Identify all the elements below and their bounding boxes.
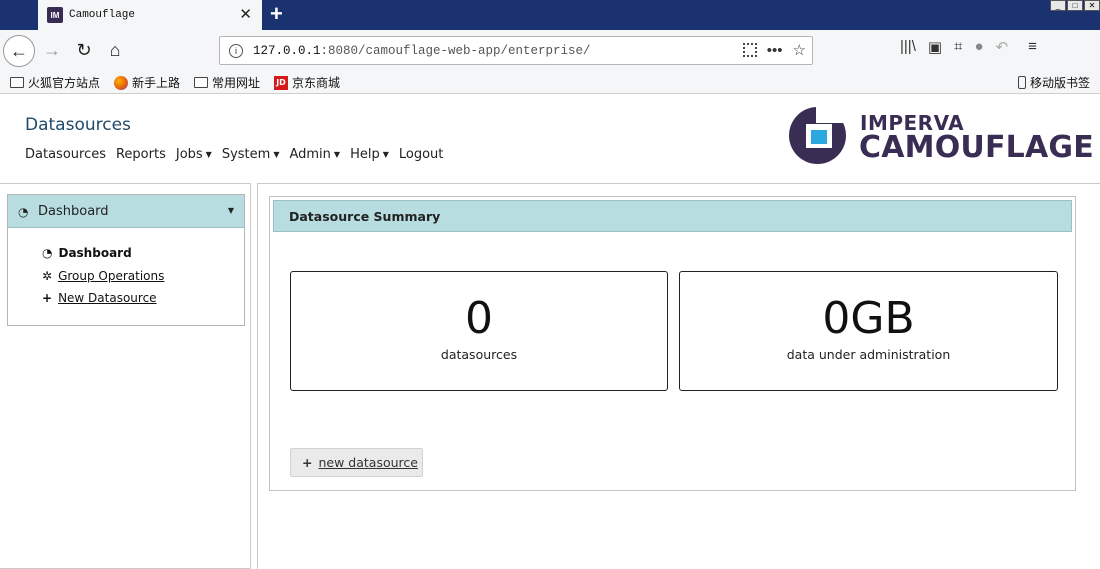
- library-icon[interactable]: |||\: [900, 38, 916, 56]
- menu-item-system[interactable]: System ▼: [222, 147, 280, 162]
- maximize-icon[interactable]: □: [1067, 0, 1083, 11]
- chat-icon[interactable]: ●: [975, 38, 984, 56]
- data-size-card: 0GB data under administration: [679, 271, 1058, 391]
- menu-item-logout[interactable]: Logout: [399, 147, 444, 162]
- home-icon[interactable]: ⌂: [101, 36, 129, 64]
- logo-mark-icon: [789, 105, 848, 164]
- browser-titlebar: IM Camouflage ✕ + _ □ ✕: [0, 0, 1100, 30]
- page-title: Datasources: [25, 115, 131, 135]
- bookmark-item[interactable]: JD 京东商城: [274, 74, 340, 91]
- logo-product: CAMOUFLAGE: [859, 130, 1094, 165]
- mobile-bookmarks[interactable]: 移动版书签: [1018, 74, 1090, 91]
- jd-icon: JD: [274, 75, 288, 90]
- bookmarks-bar: 火狐官方站点 新手上路 常用网址 JD 京东商城 移动版书签: [0, 70, 1100, 94]
- back-arrow-icon[interactable]: ←: [3, 35, 35, 67]
- bookmark-item[interactable]: 火狐官方站点: [10, 74, 100, 91]
- menu-item-reports[interactable]: Reports: [116, 147, 166, 162]
- mobile-icon: [1018, 76, 1026, 89]
- datasources-count-card: 0 datasources: [290, 271, 668, 391]
- firefox-icon: [114, 75, 128, 90]
- window-close-icon[interactable]: ✕: [1084, 0, 1100, 11]
- tab-favicon: IM: [47, 7, 63, 23]
- caret-down-icon[interactable]: ▼: [228, 206, 234, 215]
- datasource-summary-panel: Datasource Summary 0 datasources 0GB dat…: [269, 196, 1076, 491]
- sidebar-item-dashboard[interactable]: ◔ Dashboard: [42, 246, 132, 260]
- new-tab-icon[interactable]: +: [270, 2, 283, 26]
- sidebar-icon[interactable]: ▣: [928, 38, 942, 56]
- menu-item-help[interactable]: Help ▼: [350, 147, 389, 162]
- stat-label: datasources: [440, 347, 518, 362]
- undo-icon[interactable]: ↶: [996, 38, 1009, 56]
- menu-item-jobs[interactable]: Jobs ▼: [176, 147, 212, 162]
- browser-tab[interactable]: IM Camouflage ✕: [38, 0, 262, 30]
- caret-down-icon: ▼: [333, 150, 341, 159]
- caret-down-icon: ▼: [205, 150, 212, 159]
- stat-value: 0GB: [822, 293, 915, 344]
- caret-down-icon: ▼: [273, 150, 280, 159]
- folder-icon: [194, 77, 208, 88]
- folder-icon: [10, 77, 24, 88]
- plus-icon: +: [302, 455, 313, 470]
- reload-icon[interactable]: ↻: [70, 36, 98, 64]
- url-bar[interactable]: i 127.0.0.1:8080/camouflage-web-app/ente…: [219, 36, 813, 65]
- more-icon[interactable]: •••: [767, 42, 783, 59]
- screenshot-icon[interactable]: ⌗: [954, 38, 962, 56]
- url-text[interactable]: 127.0.0.1:8080/camouflage-web-app/enterp…: [253, 44, 591, 58]
- qr-code-icon[interactable]: [742, 43, 757, 57]
- summary-header: Datasource Summary: [273, 200, 1072, 232]
- sidebar-item-group-operations[interactable]: ✲ Group Operations: [42, 269, 164, 283]
- close-icon[interactable]: ✕: [239, 6, 252, 24]
- stat-label: data under administration: [786, 347, 951, 362]
- stat-value: 0: [465, 293, 493, 344]
- window-controls: _ □ ✕: [1049, 0, 1100, 11]
- bookmark-item[interactable]: 新手上路: [114, 74, 180, 91]
- bookmark-item[interactable]: 常用网址: [194, 74, 260, 91]
- minimize-icon[interactable]: _: [1050, 0, 1066, 11]
- menu-icon[interactable]: ≡: [1028, 38, 1037, 56]
- sidebar-panel: ◔ Dashboard ▼ ◔ Dashboard ✲ Group Operat…: [7, 194, 245, 326]
- sidebar-header[interactable]: ◔ Dashboard ▼: [8, 195, 244, 228]
- caret-down-icon: ▼: [382, 150, 389, 159]
- browser-navbar: ← → ↻ ⌂ i 127.0.0.1:8080/camouflage-web-…: [0, 30, 1100, 70]
- info-icon[interactable]: i: [229, 43, 243, 58]
- forward-arrow-icon[interactable]: →: [38, 36, 66, 64]
- menu-item-admin[interactable]: Admin ▼: [289, 147, 340, 162]
- sidebar-item-new-datasource[interactable]: + New Datasource: [42, 291, 157, 305]
- plus-icon: +: [42, 291, 53, 305]
- new-datasource-button[interactable]: + new datasource: [290, 448, 423, 477]
- menu-item-datasources[interactable]: Datasources: [25, 147, 106, 162]
- tab-title: Camouflage: [69, 9, 136, 21]
- star-icon[interactable]: ☆: [793, 41, 806, 59]
- main-menu: Datasources Reports Jobs ▼ System ▼ Admin ▼…: [25, 147, 443, 162]
- gauge-icon: ◔: [42, 246, 53, 260]
- gauge-icon: ◔: [18, 205, 29, 219]
- imperva-camouflage-logo: IMPERVA CAMOUFLAGE: [789, 105, 1094, 167]
- cogs-icon: ✲: [42, 269, 53, 283]
